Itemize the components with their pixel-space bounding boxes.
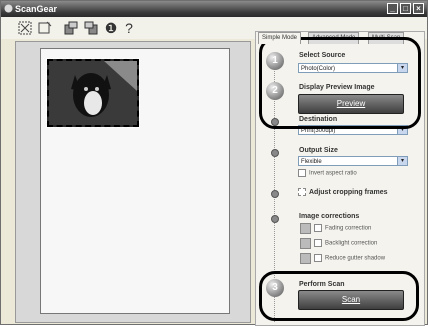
preview-page [40, 48, 230, 314]
fading-correction-option[interactable]: Fading correction [314, 224, 371, 232]
crop-frame-icon [298, 188, 306, 196]
information-icon[interactable]: ❶ [103, 20, 119, 36]
backlight-correction-option[interactable]: Backlight correction [314, 239, 377, 247]
close-button[interactable]: × [413, 3, 424, 14]
backlight-correction-label: Backlight correction [325, 240, 378, 247]
invert-aspect-checkbox[interactable] [298, 169, 306, 177]
adjust-cropping-label: Adjust cropping frames [309, 188, 388, 196]
fading-correction-icon [300, 223, 311, 234]
auto-crop-icon[interactable] [17, 20, 33, 36]
maximize-button[interactable]: □ [400, 3, 411, 14]
corrections-dot [271, 215, 279, 223]
window-title: ScanGear [15, 4, 58, 14]
chevron-down-icon[interactable]: ▾ [397, 157, 407, 165]
fading-correction-checkbox[interactable] [314, 224, 322, 232]
title-bar: ScanGear _ □ × [1, 1, 427, 17]
scangear-window: ScanGear _ □ × ❶ ? Simple Mode Advanced … [0, 0, 428, 326]
minimize-button[interactable]: _ [387, 3, 398, 14]
invert-aspect-label: Invert aspect ratio [309, 170, 357, 177]
crop-icon[interactable] [37, 20, 53, 36]
adjust-cropping-frames[interactable]: Adjust cropping frames [298, 188, 388, 196]
backlight-correction-checkbox[interactable] [314, 239, 322, 247]
image-corrections-label: Image corrections [299, 213, 360, 220]
dog-photo [49, 61, 137, 125]
app-icon [4, 4, 13, 13]
output-size-label: Output Size [299, 147, 338, 154]
crop-dot [271, 190, 279, 198]
output-size-value: Flexible [301, 159, 322, 165]
preview-image-crop-frame[interactable] [46, 58, 140, 128]
help-icon[interactable]: ? [121, 20, 137, 36]
gutter-shadow-checkbox[interactable] [314, 254, 322, 262]
highlight-step-3 [259, 271, 419, 321]
preview-area [15, 41, 251, 323]
invert-aspect-ratio[interactable]: Invert aspect ratio [298, 169, 357, 177]
gutter-shadow-label: Reduce gutter shadow [325, 255, 386, 262]
rotate-left-icon[interactable] [63, 20, 79, 36]
gutter-shadow-option[interactable]: Reduce gutter shadow [314, 254, 385, 262]
gutter-shadow-icon [300, 253, 311, 264]
backlight-correction-icon [300, 238, 311, 249]
output-size-select[interactable]: Flexible ▾ [298, 156, 408, 166]
tab-simple-mode[interactable]: Simple Mode [258, 32, 302, 44]
rotate-right-icon[interactable] [83, 20, 99, 36]
output-size-dot [271, 149, 279, 157]
fading-correction-label: Fading correction [325, 225, 372, 232]
highlight-steps-1-2 [259, 37, 421, 129]
